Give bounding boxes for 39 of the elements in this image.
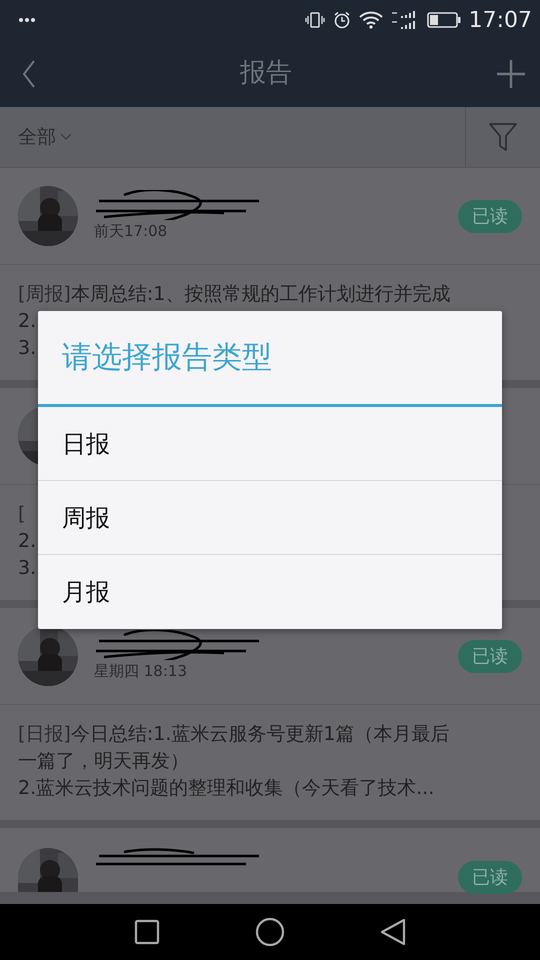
dialog-title: 请选择报告类型	[38, 311, 502, 407]
add-icon	[496, 58, 526, 88]
back-button[interactable]	[22, 58, 36, 88]
report-line: 3.	[18, 336, 36, 361]
report-line: 2.	[18, 309, 36, 334]
home-button[interactable]	[255, 917, 285, 947]
report-line: 一篇了，明天再发）	[18, 749, 189, 774]
report-line: 3.	[18, 556, 36, 581]
back-nav-button[interactable]	[380, 918, 406, 946]
triangle-icon	[380, 918, 406, 946]
square-icon	[134, 919, 160, 945]
report-line: 2.	[18, 529, 36, 554]
report-time: 星期四 18:13	[94, 660, 188, 682]
read-status: 已读	[458, 861, 522, 894]
back-icon	[22, 58, 36, 88]
scope-dropdown[interactable]: 全部	[0, 107, 84, 167]
report-line: 2.蓝米云技术问题的整理和收集（今天看了技术...	[18, 776, 434, 801]
circle-icon	[255, 917, 285, 947]
report-time: 前天17:08	[94, 220, 168, 242]
report-line: [	[18, 502, 26, 527]
more-icon	[18, 17, 36, 23]
caret-icon	[60, 133, 72, 141]
page-title: 报告	[240, 57, 292, 90]
report-card[interactable]: 星期四 18:13 已读 [日报]今日总结:1.蓝米云服务号更新1篇（本月最后 一篇了，明天再发） 2.蓝米云技术问题的整理和收集（今天看了技术...	[0, 608, 540, 820]
add-button[interactable]	[496, 58, 526, 88]
report-type-option[interactable]: 日报	[38, 407, 502, 481]
filter-icon	[489, 122, 517, 152]
vibrate-icon	[304, 12, 325, 28]
recents-button[interactable]	[134, 919, 160, 945]
report-line: [日报]今日总结:1.蓝米云服务号更新1篇（本月最后	[18, 722, 450, 747]
read-status: 已读	[458, 640, 522, 672]
alarm-icon	[332, 11, 351, 29]
wifi-icon	[358, 11, 383, 29]
read-status: 已读	[458, 200, 522, 232]
report-card[interactable]: 已读	[0, 828, 540, 892]
status-time: 17:07	[468, 6, 532, 34]
report-line: [周报]本周总结:1、按照常规的工作计划进行并完成	[18, 282, 450, 307]
report-type-option[interactable]: 周报	[38, 481, 502, 555]
battery-icon	[426, 12, 461, 28]
